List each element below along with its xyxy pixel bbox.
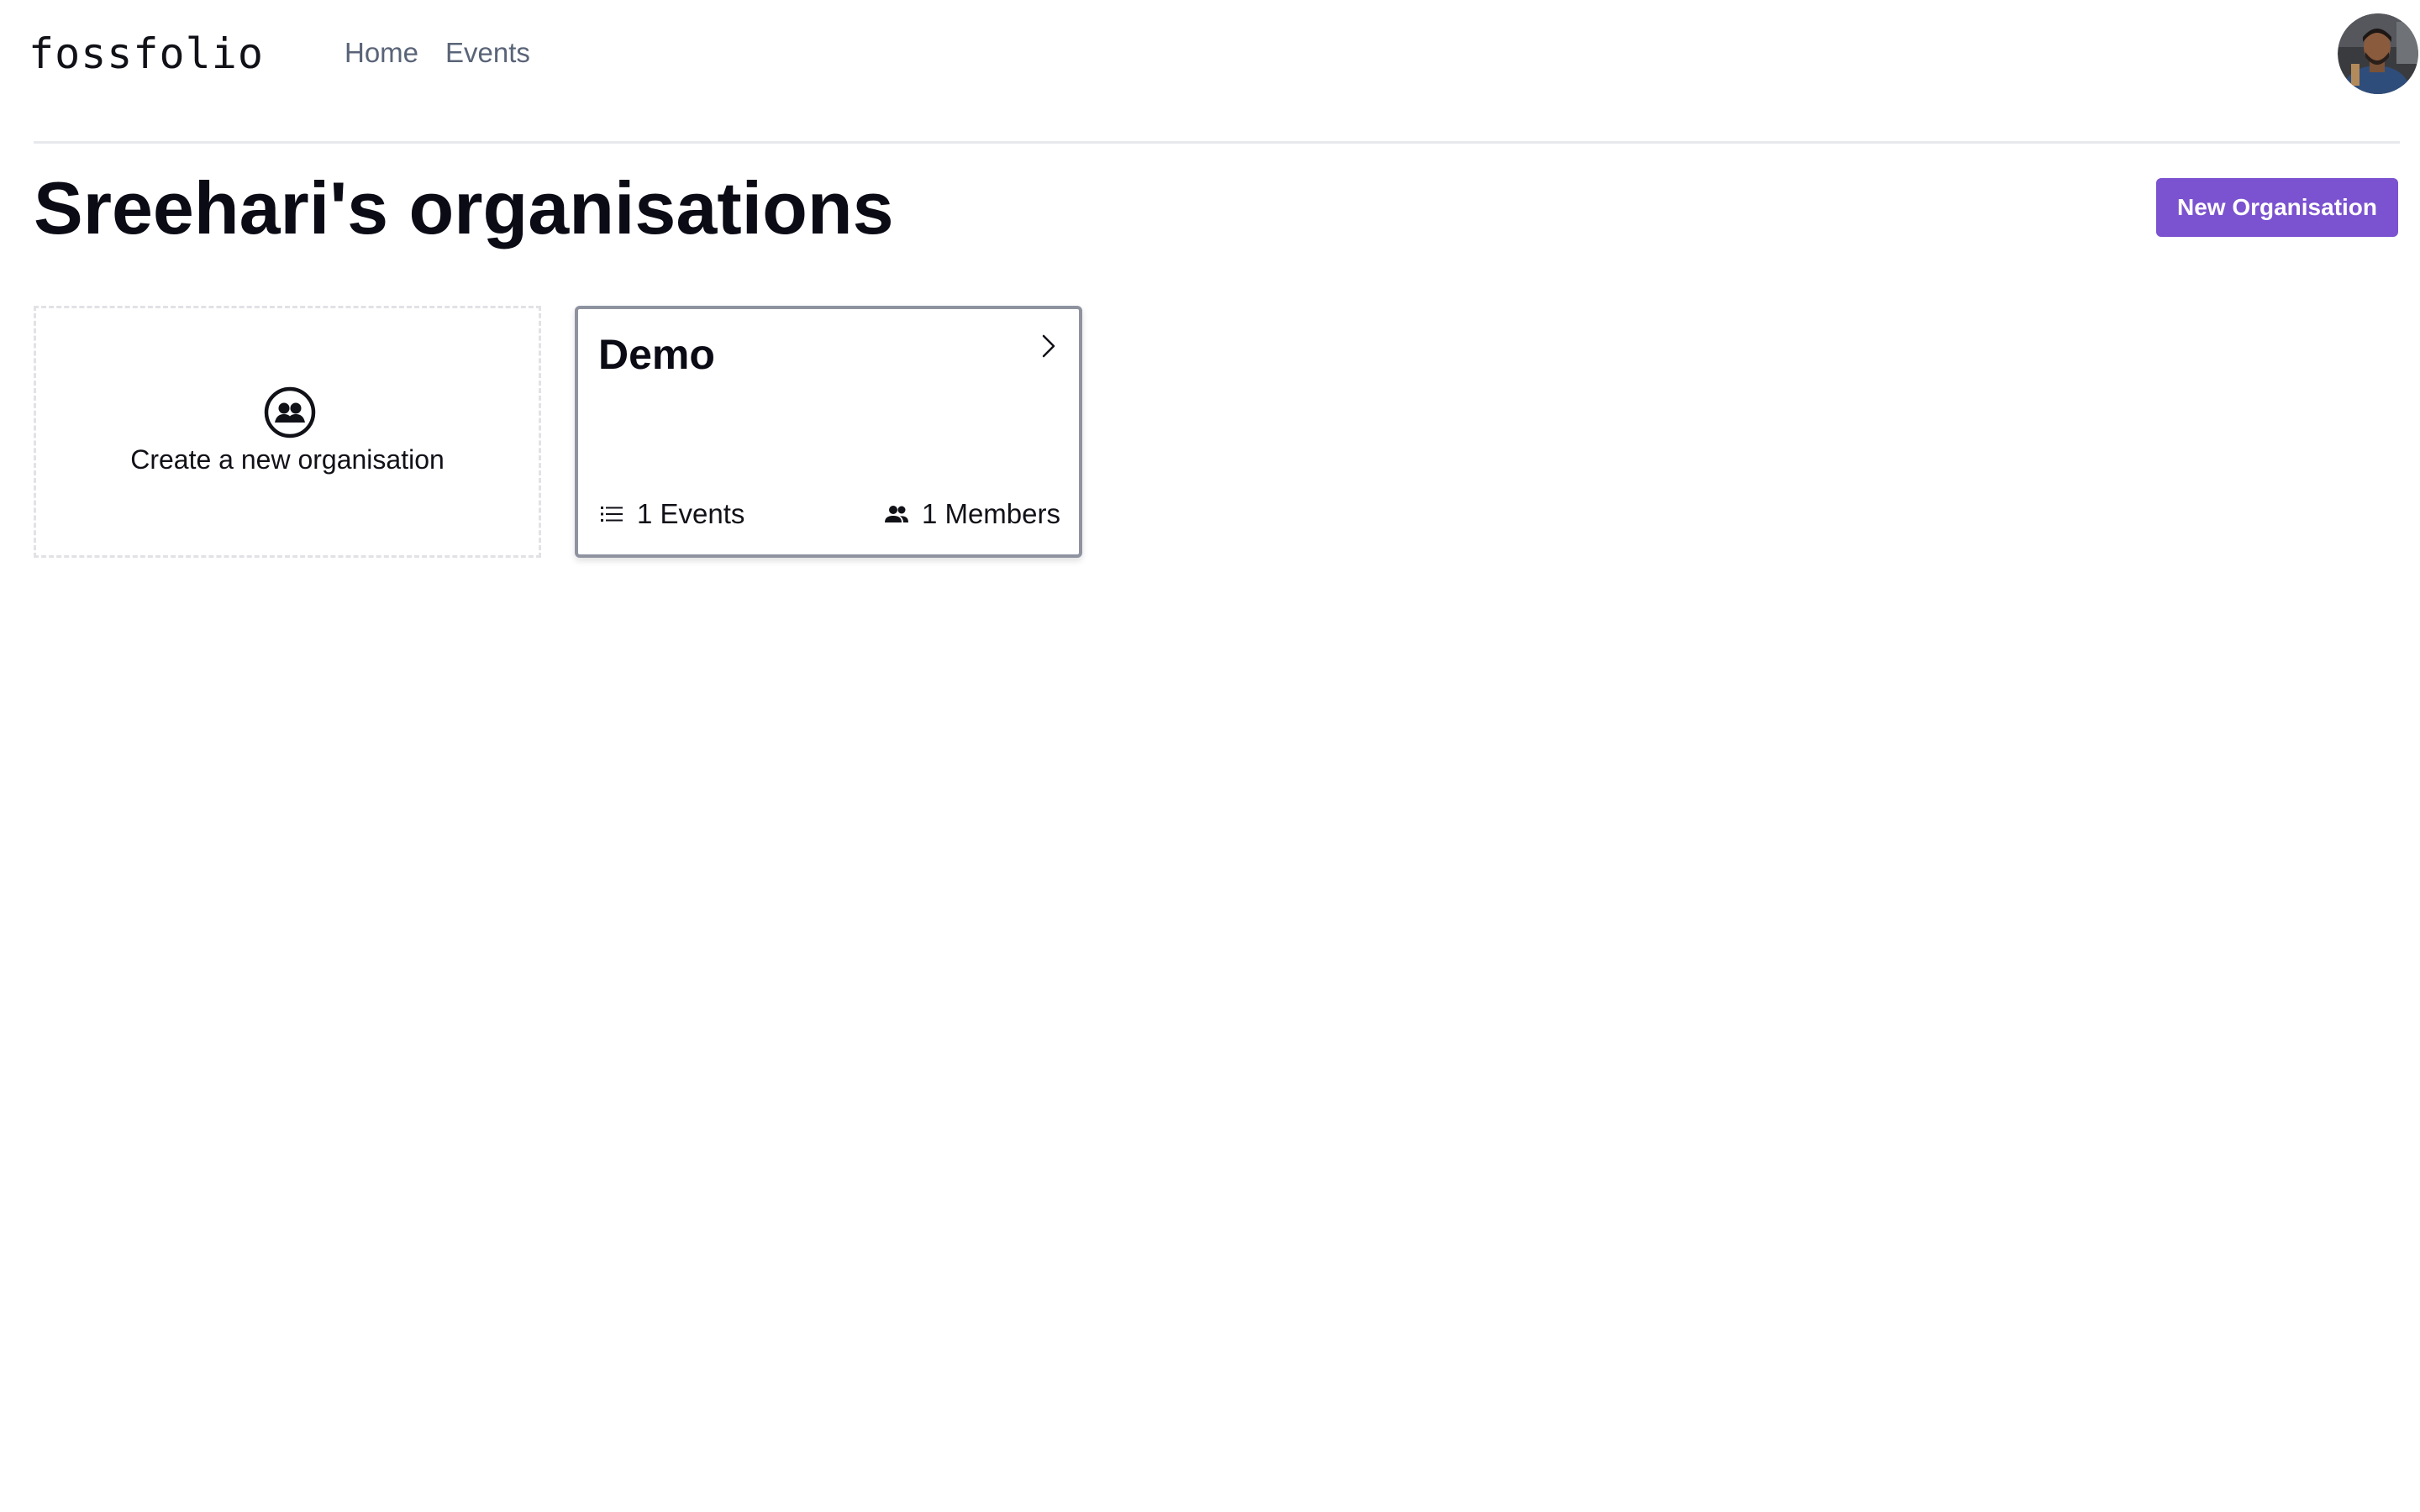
members-count-label: 1 Members xyxy=(921,498,1060,529)
app-logo[interactable]: fossfolio xyxy=(29,29,264,79)
create-organisation-label: Create a new organisation xyxy=(130,444,445,475)
organisation-name: Demo xyxy=(598,331,715,378)
top-header: fossfolio Home Events xyxy=(0,0,2420,108)
main-nav: Home Events xyxy=(345,35,530,71)
user-avatar[interactable] xyxy=(2338,13,2418,94)
new-organisation-button[interactable]: New Organisation xyxy=(2156,178,2398,237)
people-icon xyxy=(884,506,908,522)
header-divider xyxy=(34,141,2400,144)
create-organisation-card[interactable]: Create a new organisation xyxy=(34,306,541,558)
nav-link-events[interactable]: Events xyxy=(445,35,530,71)
chevron-right-icon xyxy=(1042,334,1055,358)
events-count: 1 Events xyxy=(598,496,744,533)
organisation-card[interactable]: Demo 1 Events 1 Members xyxy=(575,306,1082,558)
nav-link-home[interactable]: Home xyxy=(345,35,418,71)
list-icon xyxy=(601,507,623,522)
page-title: Sreehari's organisations xyxy=(34,166,894,249)
avatar-image xyxy=(2338,13,2418,94)
members-count: 1 Members xyxy=(883,496,1060,533)
events-count-label: 1 Events xyxy=(637,498,745,529)
group-icon xyxy=(264,386,316,438)
